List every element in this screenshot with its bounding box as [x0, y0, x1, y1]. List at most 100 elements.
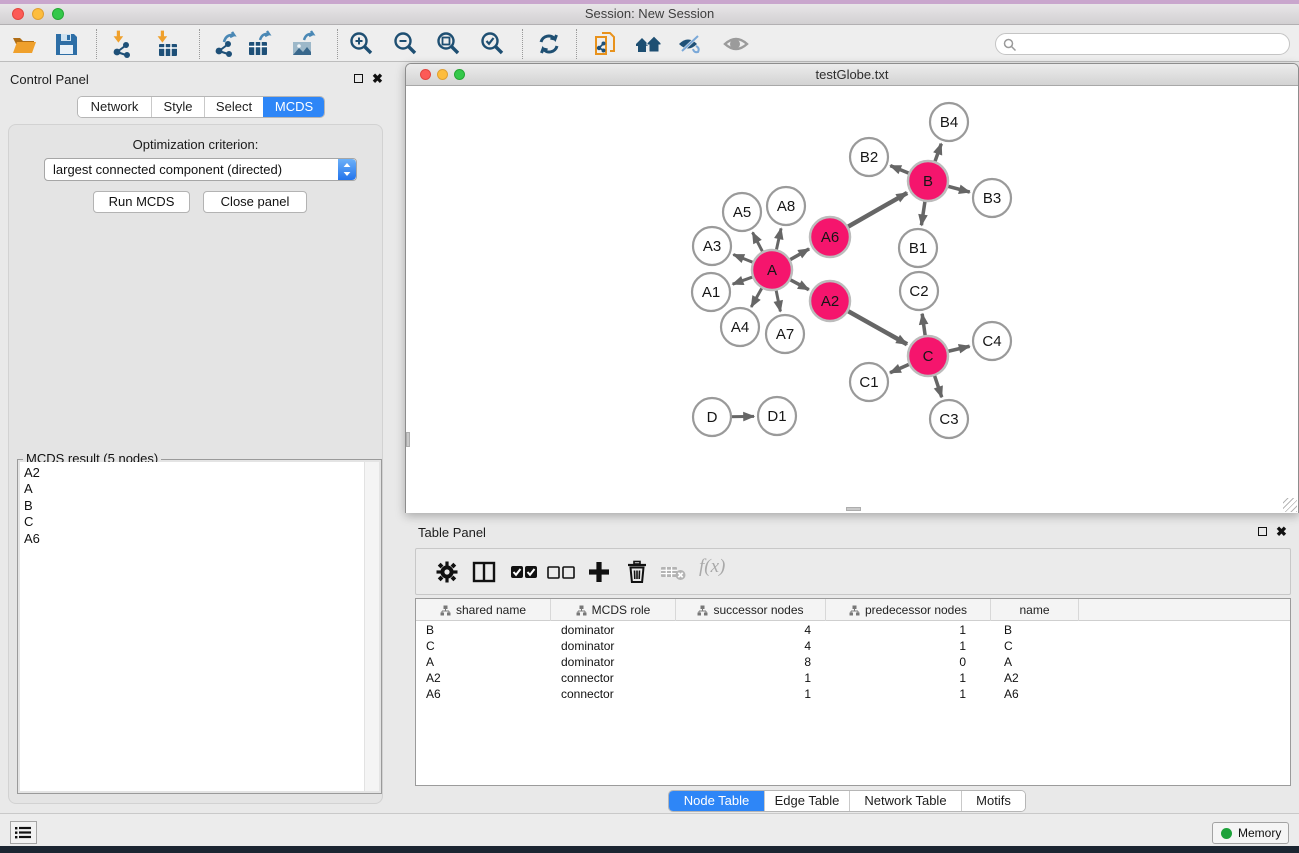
minimize-window-icon[interactable]	[32, 8, 44, 20]
resize-grip-icon[interactable]	[1283, 498, 1297, 512]
tab-select[interactable]: Select	[204, 97, 263, 117]
select-all-icon[interactable]	[509, 559, 539, 590]
search-input[interactable]	[995, 33, 1290, 55]
table-cell[interactable]: A2	[416, 671, 551, 687]
mcds-result-item[interactable]: A	[24, 481, 366, 497]
table-cell[interactable]: 4	[676, 623, 826, 639]
table-cell[interactable]: dominator	[551, 639, 676, 655]
function-builder-icon[interactable]: f(x)	[699, 556, 725, 578]
export-network-icon[interactable]	[211, 30, 239, 58]
import-network-icon[interactable]	[108, 30, 136, 58]
export-image-icon[interactable]	[290, 30, 318, 58]
mcds-result-item[interactable]: A2	[24, 465, 366, 481]
task-history-button[interactable]	[10, 821, 37, 844]
deselect-all-icon[interactable]	[546, 559, 576, 590]
table-cell[interactable]: 1	[826, 639, 991, 655]
table-row[interactable]: Cdominator41C	[416, 639, 1290, 655]
close-window-icon[interactable]	[12, 8, 24, 20]
column-view-icon[interactable]	[471, 559, 497, 590]
table-cell[interactable]: A6	[991, 687, 1079, 703]
table-cell[interactable]: A	[416, 655, 551, 671]
zoom-in-icon[interactable]	[348, 30, 376, 58]
column-header-MCDS-role[interactable]: MCDS role	[551, 599, 676, 621]
memory-button[interactable]: Memory	[1212, 822, 1289, 844]
home-view-icon[interactable]	[634, 30, 662, 58]
table-cell[interactable]: B	[416, 623, 551, 639]
table-cell[interactable]: 1	[676, 687, 826, 703]
add-column-icon[interactable]	[586, 559, 612, 590]
tab-node-table[interactable]: Node Table	[669, 791, 764, 811]
table-cell[interactable]: dominator	[551, 623, 676, 639]
column-header-name[interactable]: name	[991, 599, 1079, 621]
delete-table-icon[interactable]	[659, 559, 689, 590]
table-cell[interactable]: 1	[676, 671, 826, 687]
graph-node-label: B	[923, 173, 933, 190]
table-cell[interactable]: 0	[826, 655, 991, 671]
column-header-successor-nodes[interactable]: successor nodes	[676, 599, 826, 621]
edit-column-icon	[576, 605, 587, 616]
maximize-window-icon[interactable]	[52, 8, 64, 20]
table-cell[interactable]: B	[991, 623, 1079, 639]
table-cell[interactable]: connector	[551, 671, 676, 687]
table-cell[interactable]: 1	[826, 671, 991, 687]
float-panel-icon[interactable]	[1258, 527, 1267, 536]
table-cell[interactable]: A6	[416, 687, 551, 703]
delete-column-icon[interactable]	[624, 559, 650, 590]
table-row[interactable]: Adominator80A	[416, 655, 1290, 671]
tab-style[interactable]: Style	[151, 97, 204, 117]
close-panel-icon[interactable]: ✖	[372, 74, 383, 83]
table-row[interactable]: A2connector11A2	[416, 671, 1290, 687]
zoom-out-icon[interactable]	[392, 30, 420, 58]
table-cell[interactable]: dominator	[551, 655, 676, 671]
table-cell[interactable]: C	[991, 639, 1079, 655]
mcds-result-item[interactable]: A6	[24, 531, 366, 547]
close-window-icon[interactable]	[420, 69, 431, 80]
column-header-predecessor-nodes[interactable]: predecessor nodes	[826, 599, 991, 621]
open-file-icon[interactable]	[10, 30, 38, 58]
table-cell[interactable]: C	[416, 639, 551, 655]
close-panel-button[interactable]: Close panel	[203, 191, 307, 213]
table-row[interactable]: Bdominator41B	[416, 623, 1290, 639]
float-panel-icon[interactable]	[354, 74, 363, 83]
mcds-result-list[interactable]: A2ABCA6	[20, 462, 366, 791]
tab-network[interactable]: Network	[78, 97, 151, 117]
horizontal-scrollbar-thumb[interactable]	[846, 507, 861, 511]
maximize-window-icon[interactable]	[454, 69, 465, 80]
table-cell[interactable]: A2	[991, 671, 1079, 687]
table-cell[interactable]: 8	[676, 655, 826, 671]
tab-motifs[interactable]: Motifs	[961, 791, 1025, 811]
vertical-scrollbar-thumb[interactable]	[406, 432, 410, 447]
tab-network-table[interactable]: Network Table	[849, 791, 961, 811]
mcds-result-scrollbar[interactable]	[364, 462, 379, 791]
mcds-result-item[interactable]: C	[24, 514, 366, 530]
import-table-icon[interactable]	[152, 30, 180, 58]
app-titlebar[interactable]: Session: New Session	[0, 4, 1299, 25]
clone-network-icon[interactable]	[592, 30, 620, 58]
column-header-shared-name[interactable]: shared name	[416, 599, 551, 621]
zoom-fit-icon[interactable]	[435, 30, 463, 58]
control-panel-tabs: Network Style Select MCDS	[77, 96, 325, 118]
tab-edge-table[interactable]: Edge Table	[764, 791, 849, 811]
mcds-result-item[interactable]: B	[24, 498, 366, 514]
run-mcds-button[interactable]: Run MCDS	[93, 191, 190, 213]
table-row[interactable]: A6connector11A6	[416, 687, 1290, 703]
criterion-dropdown[interactable]: largest connected component (directed)	[44, 158, 357, 181]
refresh-layout-icon[interactable]	[535, 30, 563, 58]
network-canvas[interactable]: B4B2BB3A5A8A6B1A3AC2A1A2A4A7C4CC1C3DD1	[406, 86, 1298, 513]
minimize-window-icon[interactable]	[437, 69, 448, 80]
table-cell[interactable]: A	[991, 655, 1079, 671]
gear-icon[interactable]	[434, 559, 460, 590]
tab-mcds[interactable]: MCDS	[263, 97, 324, 117]
save-session-icon[interactable]	[52, 30, 80, 58]
network-window-titlebar[interactable]: testGlobe.txt	[406, 64, 1298, 86]
hide-style-icon[interactable]	[676, 30, 704, 58]
show-graphics-icon[interactable]	[722, 30, 750, 58]
table-cell[interactable]: 1	[826, 623, 991, 639]
table-cell[interactable]: 1	[826, 687, 991, 703]
table-cell[interactable]: 4	[676, 639, 826, 655]
zoom-selected-icon[interactable]	[479, 30, 507, 58]
table-cell[interactable]: connector	[551, 687, 676, 703]
export-table-icon[interactable]	[246, 30, 274, 58]
close-panel-icon[interactable]: ✖	[1276, 527, 1287, 536]
search-field[interactable]	[1020, 35, 1282, 53]
